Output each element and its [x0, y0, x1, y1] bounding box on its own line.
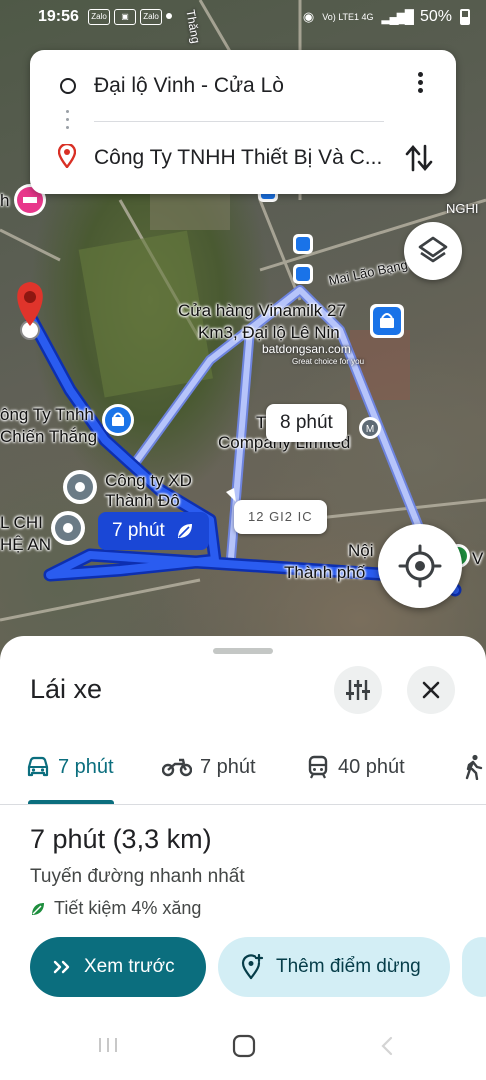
swap-icon[interactable] — [404, 142, 434, 174]
battery-percent: 50% — [419, 8, 452, 25]
map-label-t: T — [256, 413, 267, 432]
system-nav-bar — [0, 1012, 486, 1080]
tab-motorbike-label: 7 phút — [200, 755, 256, 778]
directions-card: Đại lộ Vinh - Cửa Lò Công Ty TNHH Thiết … — [30, 50, 456, 194]
destination-pin-small-icon — [58, 144, 76, 168]
more-notifications-dot — [166, 13, 172, 19]
shopping-marker-icon — [102, 404, 134, 436]
status-right: ◉ Vo) LTE1 4G ▂▄▆█ 50% — [303, 8, 470, 26]
map-label-v: V — [472, 549, 484, 568]
fuel-saving-note: Tiết kiệm 4% xăng — [30, 898, 201, 919]
status-time: 19:56 — [38, 8, 79, 25]
map-label-xd: Công ty XD — [105, 471, 192, 490]
more-actions-button[interactable] — [462, 937, 486, 997]
zalo-icon: Zalo — [88, 9, 110, 25]
motorbike-icon — [162, 758, 192, 777]
map-label-xd-2: Thành Đô — [105, 491, 180, 510]
car-icon — [27, 756, 49, 777]
map-view[interactable]: M Cửa hàng Vinamilk 27 Km3, Đại lộ Lê Ni… — [0, 0, 486, 680]
sheet-title: Lái xe — [30, 674, 103, 704]
travel-mode-tabs: 7 phút 7 phút 40 phút — [0, 736, 486, 805]
map-label-nghi: NGHI — [446, 201, 479, 216]
gallery-icon: ▣ — [114, 9, 136, 25]
map-label-noi: Nội — [348, 541, 374, 560]
zalo-icon-2: Zalo — [140, 9, 162, 25]
back-icon[interactable] — [376, 1034, 400, 1058]
add-stop-button[interactable]: Thêm điểm dừng — [218, 937, 450, 997]
metro-marker-icon: M — [359, 417, 381, 439]
battery-icon — [460, 9, 470, 25]
layers-icon — [418, 236, 448, 263]
tune-icon — [346, 680, 370, 700]
map-label-lchi: L CHI — [0, 513, 43, 532]
map-label-thanhpho: Thành phố — [284, 563, 366, 582]
preview-button[interactable]: Xem trước — [30, 937, 206, 997]
tab-transit-label: 40 phút — [338, 755, 405, 778]
fuel-saving-text: Tiết kiệm 4% xăng — [54, 898, 202, 918]
close-icon — [422, 681, 440, 699]
my-location-button[interactable] — [378, 524, 462, 608]
watermark: batdongsan.com — [262, 342, 351, 356]
eco-leaf-icon — [32, 902, 44, 915]
crosshair-icon — [398, 544, 442, 588]
map-label-company-left: ông Ty Tnhh — [0, 405, 94, 424]
route-summary-description: Tuyến đường nhanh nhất — [30, 866, 245, 887]
bus-stop-icon — [293, 234, 313, 254]
place-marker-xd — [63, 470, 97, 504]
map-label-store: Cửa hàng Vinamilk 27 — [178, 301, 346, 320]
divider — [94, 121, 384, 122]
destination-pin-icon — [17, 282, 43, 340]
place-marker-lchi — [51, 511, 85, 545]
route-summary-time: 7 phút (3,3 km) — [30, 824, 212, 854]
destination-input[interactable]: Công Ty TNHH Thiết Bị Và C... — [94, 146, 394, 170]
leaf-icon — [177, 524, 192, 538]
main-route-time: 7 phút — [112, 520, 165, 541]
route-options-button[interactable] — [334, 666, 382, 714]
origin-input[interactable]: Đại lộ Vinh - Cửa Lò — [94, 74, 394, 98]
notification-icons: Zalo ▣ Zalo — [88, 9, 172, 25]
recent-apps-icon[interactable] — [96, 1034, 122, 1056]
add-stop-button-label: Thêm điểm dừng — [276, 956, 421, 977]
transit-icon — [308, 755, 328, 779]
double-chevron-icon — [53, 960, 70, 974]
add-location-icon — [241, 954, 264, 980]
origin-circle-icon — [60, 78, 76, 94]
more-options-button[interactable] — [410, 72, 430, 98]
close-button[interactable] — [407, 666, 455, 714]
svg-text:M: M — [366, 424, 374, 435]
map-label-store-addr: Km3, Đại lộ Lê Nin — [198, 323, 340, 342]
home-icon[interactable] — [232, 1034, 256, 1058]
network-indicator: Vo) LTE1 4G — [322, 12, 374, 22]
main-route-time-bubble[interactable]: 7 phút — [98, 512, 209, 550]
bus-stop-icon-2 — [293, 264, 313, 284]
layers-button[interactable] — [404, 222, 462, 280]
tab-drive-label: 7 phút — [58, 755, 114, 778]
preview-button-label: Xem trước — [84, 956, 175, 977]
walk-icon — [465, 754, 483, 780]
map-label-hean: HỆ AN — [0, 535, 52, 554]
tab-walk[interactable] — [462, 752, 486, 782]
alt-route-time-2: 12 GI2 IC — [248, 509, 313, 524]
route-dots-icon — [66, 110, 69, 134]
active-tab-indicator — [28, 800, 114, 804]
sheet-drag-handle[interactable] — [213, 648, 273, 654]
signal-icon: ▂▄▆█ — [381, 9, 414, 24]
tab-drive[interactable]: 7 phút — [26, 752, 114, 782]
tab-motorbike[interactable]: 7 phút — [162, 752, 256, 782]
alt-route-bubble-2[interactable]: 12 GI2 IC — [234, 500, 327, 534]
alt-route-time: 8 phút — [280, 412, 333, 433]
map-label-company-left-2: Chiến Thắng — [0, 427, 98, 446]
destination-row[interactable]: Công Ty TNHH Thiết Bị Và C... — [30, 134, 456, 180]
origin-row[interactable]: Đại lộ Vinh - Cửa Lò — [30, 62, 456, 108]
location-icon: ◉ — [302, 9, 315, 24]
alt-route-time-bubble[interactable]: 8 phút — [266, 404, 347, 442]
map-label-h: h — [0, 191, 10, 210]
store-marker-icon — [370, 304, 404, 338]
tab-transit[interactable]: 40 phút — [306, 752, 405, 782]
status-bar: 19:56 Zalo ▣ Zalo ◉ Vo) LTE1 4G ▂▄▆█ 50% — [0, 0, 486, 34]
watermark-sub: Great choice for you — [292, 357, 365, 366]
